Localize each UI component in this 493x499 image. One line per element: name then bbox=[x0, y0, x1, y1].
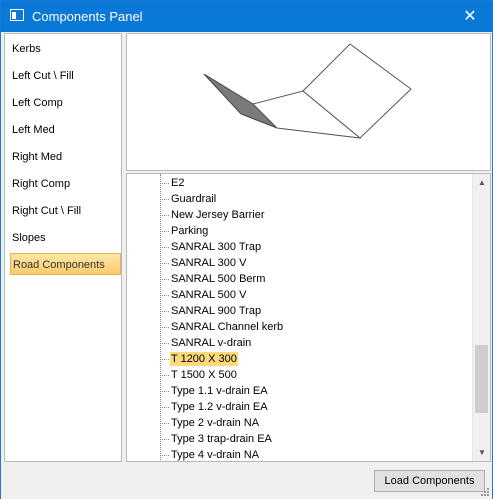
category-item-left-cut-fill[interactable]: Left Cut \ Fill bbox=[10, 65, 121, 87]
tree-item-label: SANRAL Channel kerb bbox=[171, 321, 284, 333]
scroll-down-button[interactable]: ▼ bbox=[473, 444, 490, 461]
component-preview-drawing bbox=[203, 43, 412, 139]
category-item-right-med[interactable]: Right Med bbox=[10, 146, 121, 168]
components-panel-window: Components Panel ✕ Kerbs Left Cut \ Fill… bbox=[0, 0, 493, 499]
component-tree[interactable]: E2 Guardrail New Jersey Barrier Parking … bbox=[126, 173, 491, 462]
component-preview bbox=[126, 33, 491, 171]
close-icon: ✕ bbox=[463, 8, 477, 25]
tree-item-label: New Jersey Barrier bbox=[171, 209, 265, 221]
category-item-road-components[interactable]: Road Components bbox=[10, 253, 121, 275]
chevron-up-icon: ▲ bbox=[478, 178, 486, 187]
tree-item-label: SANRAL 500 Berm bbox=[171, 273, 266, 285]
scroll-up-button[interactable]: ▲ bbox=[473, 174, 490, 191]
category-item-left-med[interactable]: Left Med bbox=[10, 119, 121, 141]
tree-item-label: Guardrail bbox=[171, 193, 217, 205]
window-app-icon bbox=[10, 9, 24, 21]
close-button[interactable]: ✕ bbox=[448, 1, 492, 32]
tree-item-label: Type 1.1 v-drain EA bbox=[171, 385, 268, 397]
tree-item-label: SANRAL 500 V bbox=[171, 289, 247, 301]
tree-item-label: Parking bbox=[171, 225, 209, 237]
resize-grip-icon[interactable] bbox=[480, 487, 490, 497]
tree-item-label: SANRAL 300 Trap bbox=[171, 241, 262, 253]
tree-items-container: E2 Guardrail New Jersey Barrier Parking … bbox=[127, 174, 472, 461]
tree-scrollbar[interactable]: ▲ ▼ bbox=[472, 174, 490, 461]
tree-item-label: Type 4 v-drain NA bbox=[171, 449, 260, 461]
tree-item-label: T 1500 X 500 bbox=[171, 369, 237, 381]
tree-item-label: T 1200 X 300 bbox=[170, 352, 238, 366]
category-list[interactable]: Kerbs Left Cut \ Fill Left Comp Left Med… bbox=[4, 33, 122, 462]
tree-connector-line bbox=[160, 174, 161, 461]
tree-item-label: Type 1.2 v-drain EA bbox=[171, 401, 268, 413]
tree-item-label: Type 3 trap-drain EA bbox=[171, 433, 272, 445]
load-components-button[interactable]: Load Components bbox=[374, 470, 485, 492]
tree-item-label: E2 bbox=[171, 177, 185, 189]
category-item-left-comp[interactable]: Left Comp bbox=[10, 92, 121, 114]
scroll-thumb[interactable] bbox=[475, 345, 488, 413]
tree-item-label: Type 2 v-drain NA bbox=[171, 417, 260, 429]
category-item-kerbs[interactable]: Kerbs bbox=[10, 38, 121, 60]
tree-item-label: SANRAL v-drain bbox=[171, 337, 252, 349]
title-bar[interactable]: Components Panel ✕ bbox=[1, 1, 492, 32]
tree-item-label: SANRAL 900 Trap bbox=[171, 305, 262, 317]
category-item-right-comp[interactable]: Right Comp bbox=[10, 173, 121, 195]
footer-bar: Load Components bbox=[1, 463, 492, 499]
category-item-right-cut-fill[interactable]: Right Cut \ Fill bbox=[10, 200, 121, 222]
tree-item-label: SANRAL 300 V bbox=[171, 257, 247, 269]
window-title: Components Panel bbox=[32, 9, 143, 24]
chevron-down-icon: ▼ bbox=[478, 448, 486, 457]
category-item-slopes[interactable]: Slopes bbox=[10, 227, 121, 249]
